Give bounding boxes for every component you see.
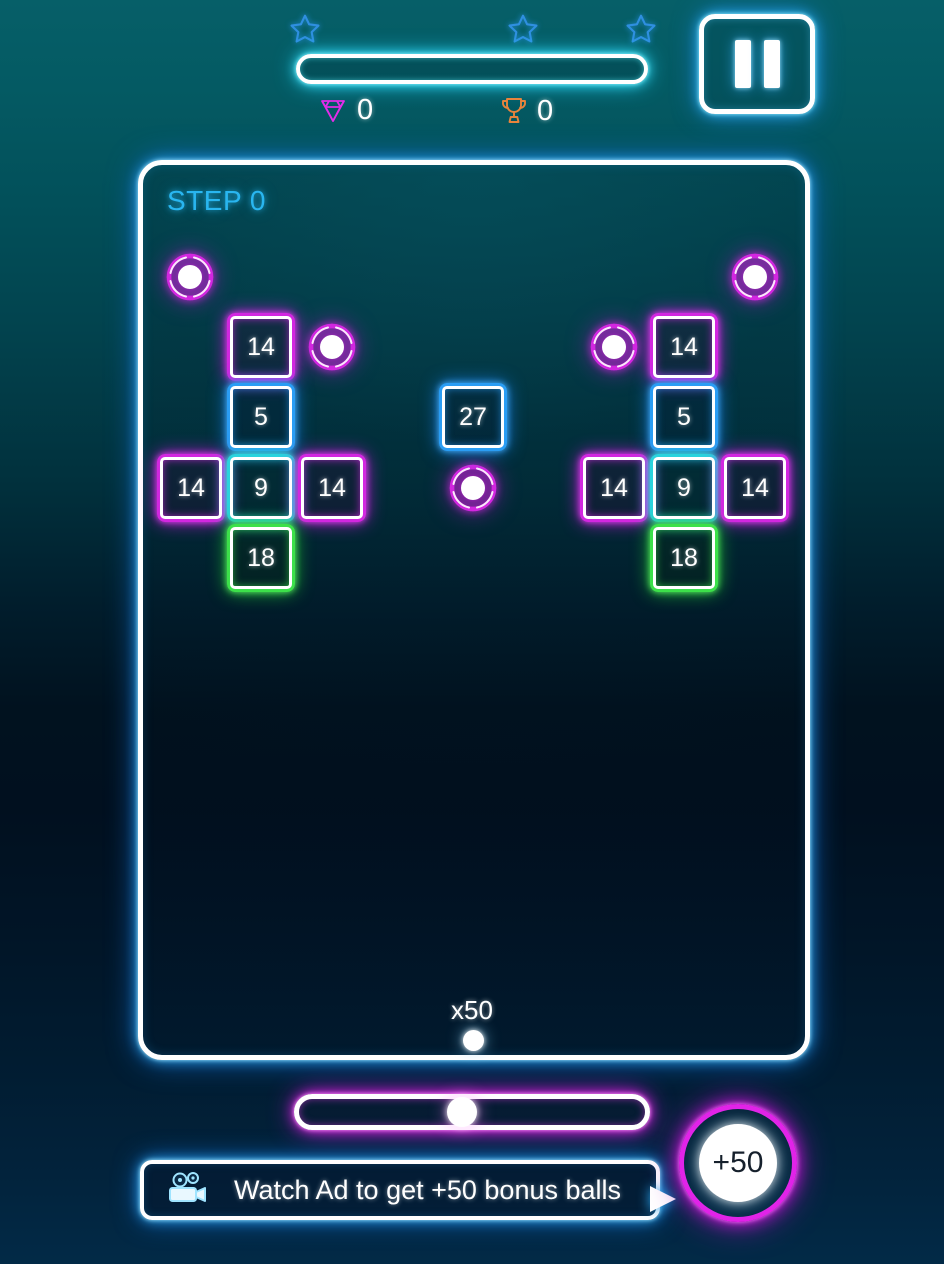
top-hud: 0 0 bbox=[0, 0, 944, 140]
brick-value: 9 bbox=[677, 473, 691, 502]
brick-value: 14 bbox=[318, 473, 346, 502]
trophy-counter: 0 bbox=[500, 96, 553, 126]
powerup-ball-icon bbox=[164, 251, 216, 303]
brick-value: 14 bbox=[247, 332, 275, 361]
brick-value: 14 bbox=[600, 473, 628, 502]
star-2-icon bbox=[506, 12, 540, 46]
brick-value: 5 bbox=[254, 402, 268, 431]
brick-value: 9 bbox=[254, 473, 268, 502]
brick: 14 bbox=[650, 313, 718, 381]
brick-value: 14 bbox=[177, 473, 205, 502]
star-1-icon bbox=[288, 12, 322, 46]
brick: 14 bbox=[227, 313, 295, 381]
watch-ad-label: Watch Ad to get +50 bonus balls bbox=[234, 1174, 622, 1205]
game-field[interactable]: STEP 0 bbox=[138, 160, 810, 1060]
trophy-icon bbox=[500, 96, 528, 126]
bonus-balls-button[interactable]: +50 bbox=[679, 1104, 797, 1222]
brick: 18 bbox=[650, 524, 718, 592]
pause-icon-bar-left bbox=[734, 40, 751, 88]
brick: 27 bbox=[439, 383, 507, 451]
gem-count: 0 bbox=[357, 94, 374, 126]
brick: 18 bbox=[227, 524, 295, 592]
brick: 5 bbox=[650, 383, 718, 451]
powerup-ball-icon bbox=[447, 462, 499, 514]
brick-value: 14 bbox=[741, 473, 769, 502]
brick-value: 14 bbox=[670, 332, 698, 361]
star-3-icon bbox=[624, 12, 658, 46]
bonus-balls-inner: +50 bbox=[699, 1124, 777, 1202]
level-progress-bar bbox=[296, 54, 648, 84]
diamond-icon bbox=[318, 97, 348, 125]
brick: 5 bbox=[227, 383, 295, 451]
brick: 9 bbox=[650, 454, 718, 522]
powerup-ball-icon bbox=[306, 321, 358, 373]
gem-counter: 0 bbox=[318, 96, 373, 125]
brick: 14 bbox=[298, 454, 366, 522]
brick-value: 5 bbox=[677, 402, 691, 431]
powerup-ball-icon bbox=[729, 251, 781, 303]
step-label: STEP 0 bbox=[167, 185, 266, 216]
brick-value: 27 bbox=[459, 402, 487, 431]
brick-value: 18 bbox=[670, 543, 698, 572]
brick: 14 bbox=[721, 454, 789, 522]
game-screen: 0 0 STEP 0 x50 Watch Ad to get +50 bonus… bbox=[0, 0, 944, 1264]
watch-ad-banner[interactable]: Watch Ad to get +50 bonus balls bbox=[140, 1160, 660, 1220]
powerup-ball-icon bbox=[588, 321, 640, 373]
pause-icon-bar-right bbox=[763, 40, 780, 88]
trophy-count: 0 bbox=[537, 94, 554, 127]
pause-button[interactable] bbox=[699, 14, 815, 114]
brick-value: 18 bbox=[247, 543, 275, 572]
ball-multiplier-label: x50 bbox=[451, 995, 493, 1025]
brick: 9 bbox=[227, 454, 295, 522]
brick: 14 bbox=[157, 454, 225, 522]
ad-banner-tail bbox=[650, 1186, 676, 1212]
bonus-balls-label: +50 bbox=[712, 1146, 764, 1179]
video-camera-icon bbox=[166, 1171, 212, 1210]
brick: 14 bbox=[580, 454, 648, 522]
game-ball bbox=[463, 1030, 484, 1051]
